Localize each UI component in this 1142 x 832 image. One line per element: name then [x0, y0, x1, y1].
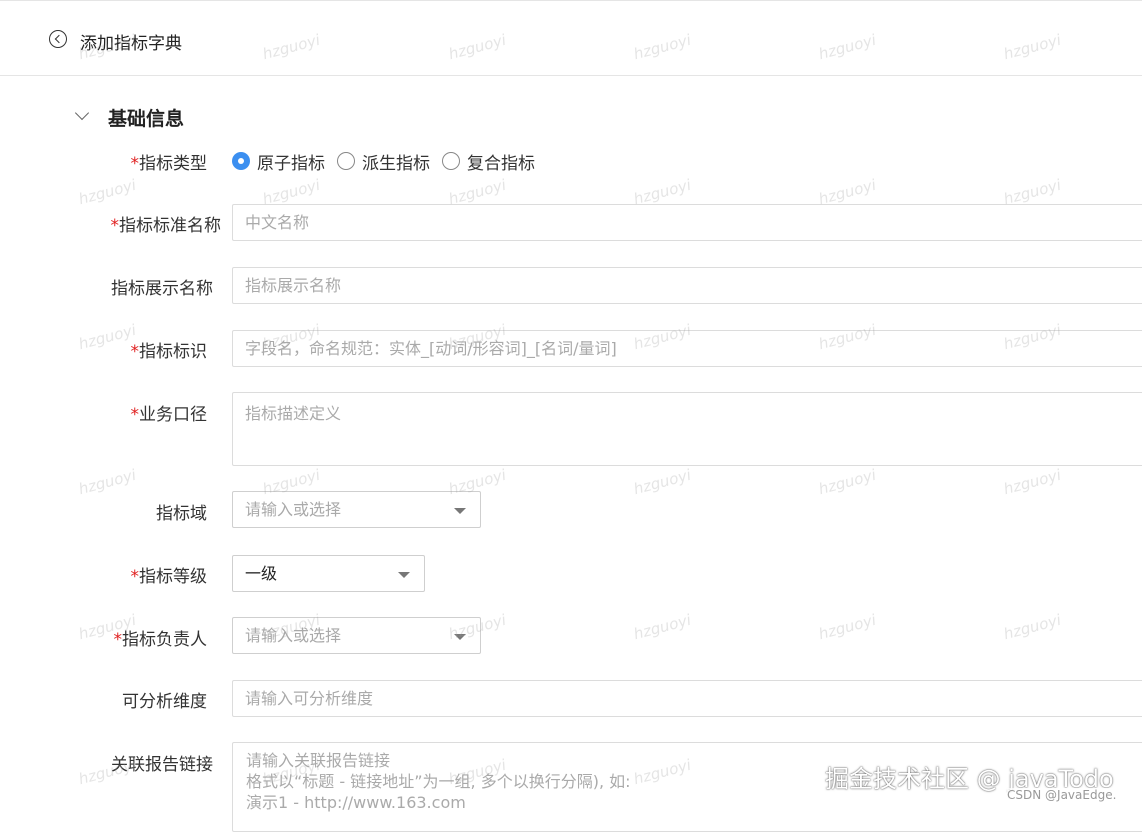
radio-option-composite[interactable]: 复合指标	[442, 149, 535, 174]
back-circle-icon[interactable]	[49, 30, 67, 48]
watermark: hzguoyi	[1001, 610, 1063, 644]
watermark: hzguoyi	[631, 465, 693, 499]
watermark: hzguoyi	[631, 610, 693, 644]
field-label-standard-name: *指标标准名称	[110, 216, 222, 236]
field-label-dimensions: 可分析维度	[122, 692, 207, 712]
business-caliber-textarea[interactable]: 指标描述定义	[232, 392, 1142, 466]
watermark: hzguoyi	[816, 610, 878, 644]
domain-select-placeholder: 请输入或选择	[245, 500, 342, 519]
caret-down-icon	[398, 572, 410, 578]
radio-option-derived[interactable]: 派生指标	[337, 149, 430, 174]
level-select-value: 一级	[245, 564, 278, 583]
field-label-owner: *指标负责人	[113, 630, 208, 650]
dimensions-input[interactable]: 请输入可分析维度	[232, 680, 1142, 717]
placeholder-line: 演示1 - http://www.163.com	[246, 793, 466, 812]
owner-select[interactable]: 请输入或选择	[232, 617, 481, 654]
field-label-domain: 指标域	[156, 504, 207, 524]
top-bar: 添加指标字典	[0, 0, 1142, 76]
owner-select-placeholder: 请输入或选择	[245, 626, 342, 645]
watermark: hzguoyi	[816, 465, 878, 499]
radio-option-atomic[interactable]: 原子指标	[232, 149, 325, 174]
field-label-display-name: 指标展示名称	[111, 279, 213, 299]
radio-label: 派生指标	[362, 153, 430, 174]
identifier-input[interactable]: 字段名，命名规范：实体_[动词/形容词]_[名词/量词]	[232, 330, 1142, 367]
field-label-business-caliber: *业务口径	[130, 405, 208, 425]
credit-sub-overlay: CSDN @JavaEdge.	[1007, 788, 1117, 802]
field-label-level: *指标等级	[130, 567, 208, 587]
field-label-identifier: *指标标识	[130, 342, 208, 362]
standard-name-input[interactable]: 中文名称	[232, 204, 1142, 241]
radio-label: 复合指标	[467, 153, 535, 174]
caret-down-icon	[454, 508, 466, 514]
radio-checked-icon[interactable]	[232, 152, 250, 170]
field-label-report-links: 关联报告链接	[111, 755, 213, 775]
radio-unchecked-icon[interactable]	[442, 152, 460, 170]
watermark: hzguoyi	[76, 465, 138, 499]
indicator-type-radio-group: 原子指标 派生指标 复合指标	[232, 149, 547, 174]
section-title: 基础信息	[108, 108, 185, 130]
required-mark: *	[130, 154, 140, 174]
field-label-type: *指标类型	[130, 154, 208, 174]
radio-label: 原子指标	[257, 153, 325, 174]
watermark: hzguoyi	[1001, 465, 1063, 499]
level-select[interactable]: 一级	[232, 555, 425, 592]
radio-unchecked-icon[interactable]	[337, 152, 355, 170]
display-name-input[interactable]: 指标展示名称	[232, 267, 1142, 304]
domain-select[interactable]: 请输入或选择	[232, 491, 481, 528]
watermark: hzguoyi	[76, 175, 138, 209]
page-title: 添加指标字典	[80, 34, 182, 54]
watermark: hzguoyi	[76, 320, 138, 354]
caret-down-icon	[454, 634, 466, 640]
chevron-down-icon[interactable]	[74, 105, 90, 121]
